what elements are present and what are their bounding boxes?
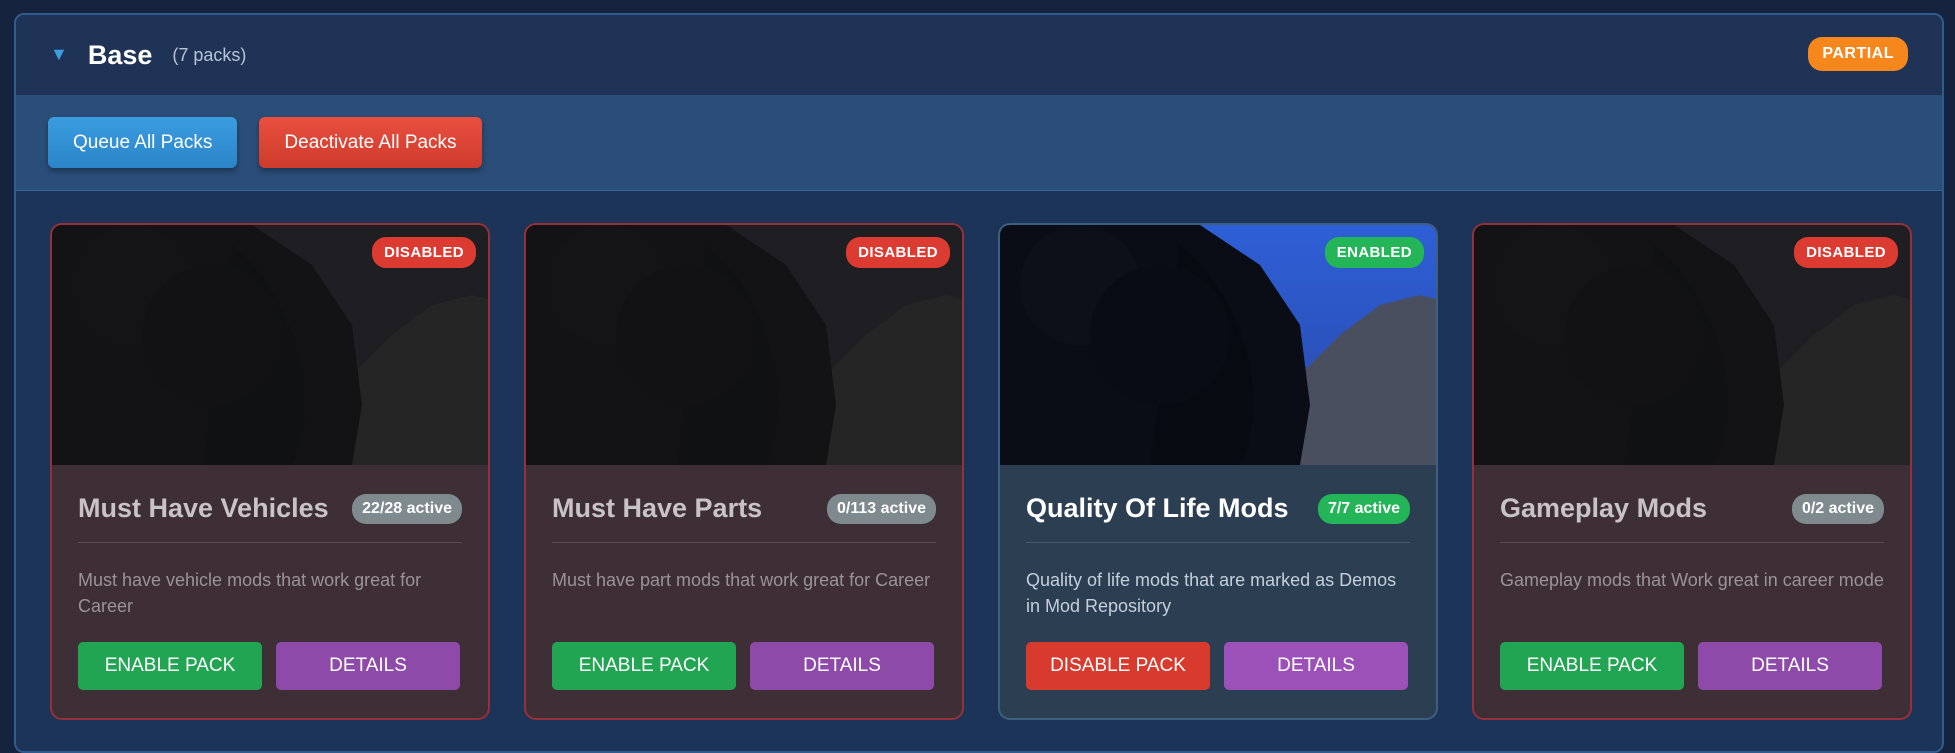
deactivate-all-packs-button[interactable]: Deactivate All Packs bbox=[259, 117, 482, 168]
group-status-badge: PARTIAL bbox=[1808, 37, 1908, 71]
queue-all-packs-button[interactable]: Queue All Packs bbox=[48, 117, 238, 168]
pack-active-count: 22/28 active bbox=[352, 493, 462, 524]
pack-card-body: Quality Of Life Mods 7/7 active Quality … bbox=[1000, 465, 1436, 642]
details-button[interactable]: DETAILS bbox=[1698, 642, 1882, 690]
pack-actions: ENABLE PACK DETAILS bbox=[52, 642, 488, 718]
group-header[interactable]: ▼ Base (7 packs) PARTIAL bbox=[16, 15, 1942, 95]
details-button[interactable]: DETAILS bbox=[1224, 642, 1408, 690]
pack-title: Gameplay Mods bbox=[1500, 493, 1708, 523]
enable-pack-button[interactable]: ENABLE PACK bbox=[552, 642, 736, 690]
pack-card-body: Must Have Vehicles 22/28 active Must hav… bbox=[52, 465, 488, 642]
pack-thumbnail: DISABLED bbox=[52, 225, 488, 465]
group-title: Base bbox=[87, 39, 153, 70]
group-toolbar: Queue All Packs Deactivate All Packs bbox=[16, 95, 1942, 191]
pack-active-count: 0/2 active bbox=[1791, 493, 1884, 524]
pack-title: Must Have Parts bbox=[552, 493, 763, 523]
pack-card: DISABLED Must Have Parts 0/113 active Mu… bbox=[524, 223, 964, 720]
pack-card: DISABLED Must Have Vehicles 22/28 active… bbox=[50, 223, 490, 720]
pack-thumbnail: DISABLED bbox=[526, 225, 962, 465]
pack-thumbnail: ENABLED bbox=[1000, 225, 1436, 465]
pack-actions: ENABLE PACK DETAILS bbox=[1474, 642, 1910, 718]
pack-card-body: Must Have Parts 0/113 active Must have p… bbox=[526, 465, 962, 642]
pack-status-badge: DISABLED bbox=[1794, 237, 1898, 268]
pack-title: Quality Of Life Mods bbox=[1026, 493, 1289, 523]
pack-description: Must have vehicle mods that work great f… bbox=[78, 570, 422, 616]
collapse-triangle-icon[interactable]: ▼ bbox=[50, 44, 68, 65]
pack-status-badge: DISABLED bbox=[846, 237, 950, 268]
pack-description: Gameplay mods that Work great in career … bbox=[1500, 570, 1884, 590]
pack-description: Quality of life mods that are marked as … bbox=[1026, 570, 1397, 616]
pack-card-body: Gameplay Mods 0/2 active Gameplay mods t… bbox=[1474, 465, 1910, 642]
pack-actions: ENABLE PACK DETAILS bbox=[526, 642, 962, 718]
pack-status-badge: ENABLED bbox=[1324, 237, 1424, 268]
pack-title: Must Have Vehicles bbox=[78, 493, 329, 523]
pack-group-panel: ▼ Base (7 packs) PARTIAL Queue All Packs… bbox=[14, 13, 1944, 753]
enable-pack-button[interactable]: ENABLE PACK bbox=[78, 642, 262, 690]
group-pack-count: (7 packs) bbox=[172, 44, 247, 65]
details-button[interactable]: DETAILS bbox=[750, 642, 934, 690]
pack-active-count: 0/113 active bbox=[827, 493, 936, 524]
pack-card: DISABLED Gameplay Mods 0/2 active Gamepl… bbox=[1472, 223, 1912, 720]
pack-thumbnail: DISABLED bbox=[1474, 225, 1910, 465]
disable-pack-button[interactable]: DISABLE PACK bbox=[1026, 642, 1210, 690]
pack-status-badge: DISABLED bbox=[372, 237, 476, 268]
pack-description: Must have part mods that work great for … bbox=[552, 570, 931, 590]
enable-pack-button[interactable]: ENABLE PACK bbox=[1500, 642, 1684, 690]
pack-card-grid: DISABLED Must Have Vehicles 22/28 active… bbox=[50, 223, 1912, 720]
pack-card: ENABLED Quality Of Life Mods 7/7 active … bbox=[998, 223, 1438, 720]
pack-active-count: 7/7 active bbox=[1317, 493, 1410, 524]
pack-actions: DISABLE PACK DETAILS bbox=[1000, 642, 1436, 718]
details-button[interactable]: DETAILS bbox=[276, 642, 460, 690]
